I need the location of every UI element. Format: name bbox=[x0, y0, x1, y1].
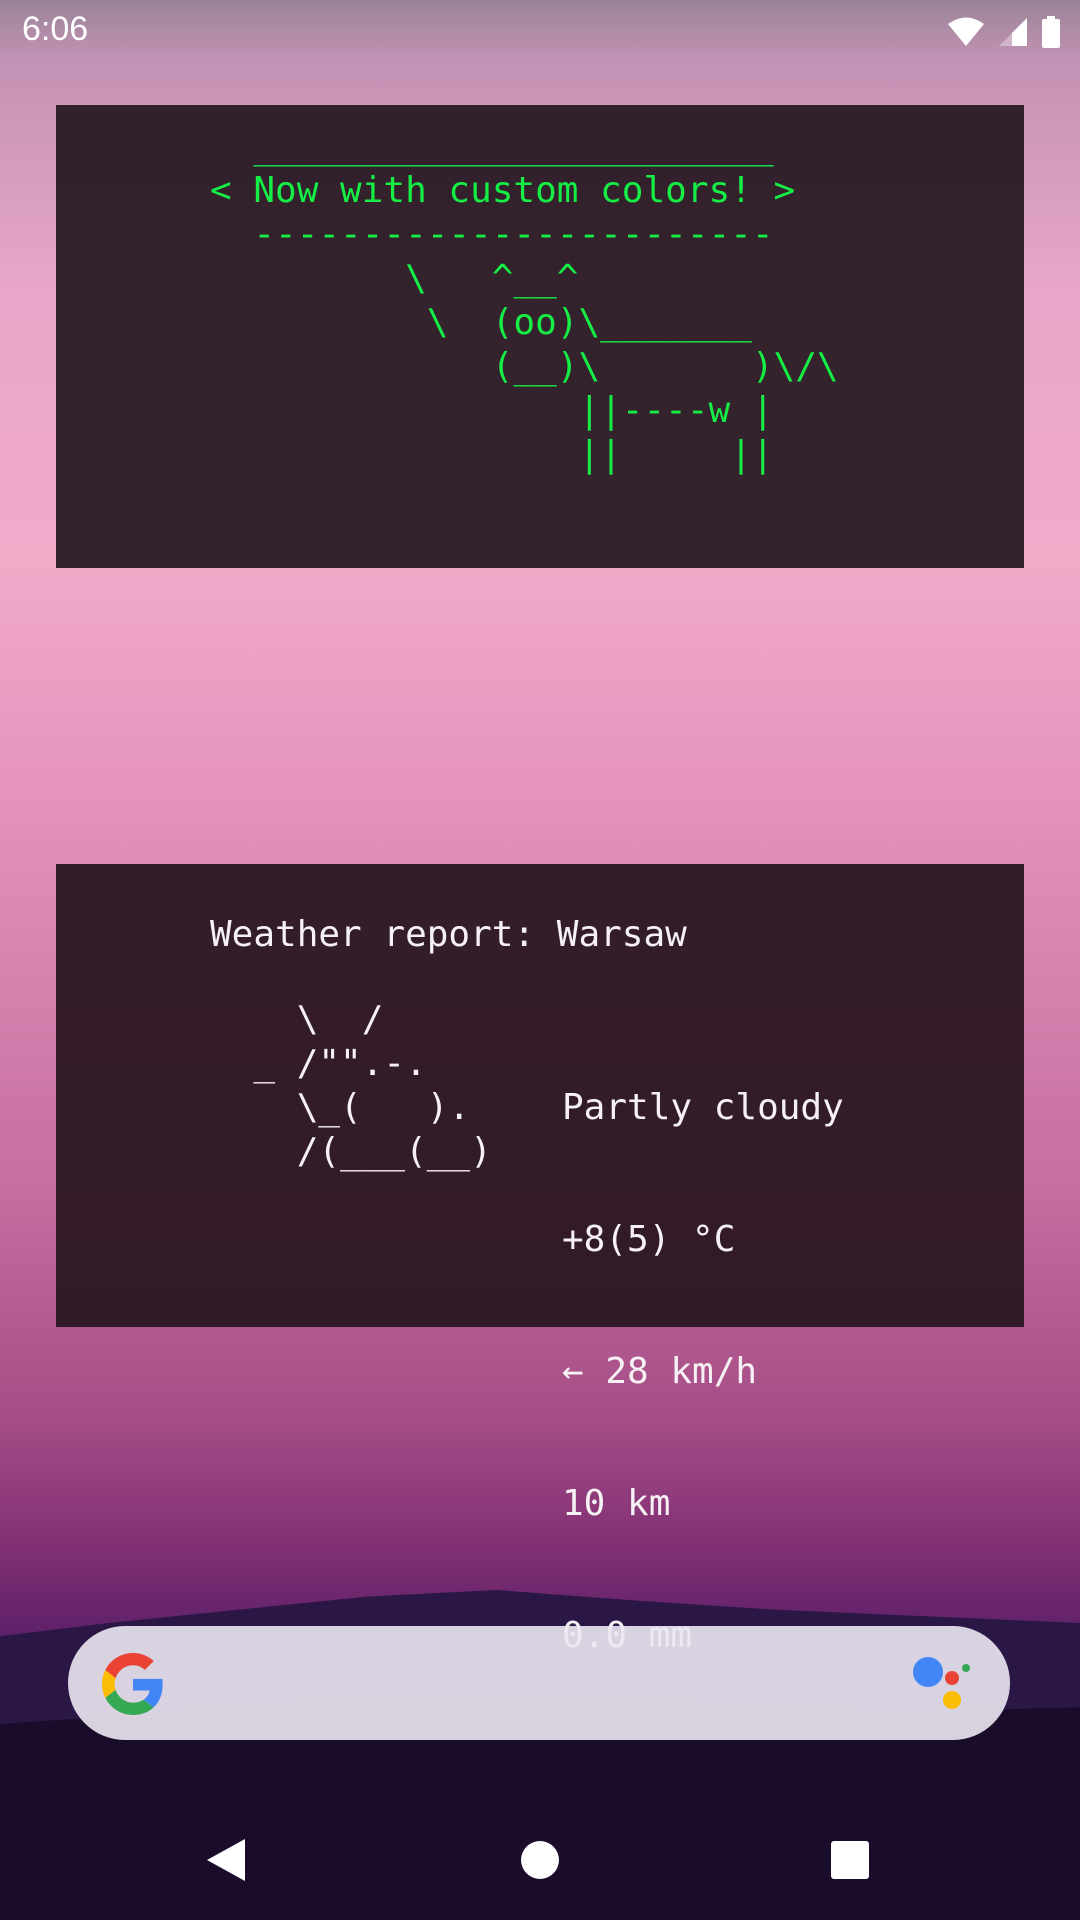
weather-art-line: _ /"".-. bbox=[210, 1043, 427, 1084]
cowsay-line: \ ^__^ bbox=[210, 258, 579, 299]
wifi-icon bbox=[948, 17, 984, 47]
cowsay-line: ________________________ bbox=[210, 126, 774, 167]
weather-visibility: 10 km bbox=[562, 1483, 671, 1524]
cowsay-line: ||----w | bbox=[210, 390, 774, 431]
cowsay-line: \ (oo)\_______ bbox=[210, 302, 752, 343]
battery-icon bbox=[1042, 16, 1060, 48]
cowsay-widget[interactable]: ________________________ < Now with custo… bbox=[56, 105, 1024, 568]
cowsay-message: < Now with custom colors! > bbox=[210, 170, 796, 211]
status-bar: 6:06 bbox=[0, 0, 1080, 63]
status-icons bbox=[948, 14, 1060, 50]
weather-art-line: /(___(__) bbox=[210, 1131, 492, 1172]
weather-art-line: \_( ). bbox=[210, 1087, 471, 1128]
cowsay-line: || || bbox=[210, 434, 774, 475]
cell-signal-icon bbox=[998, 17, 1028, 47]
google-assistant-icon[interactable] bbox=[912, 1656, 974, 1716]
weather-ascii-icon: \ / _ /"".-. \_( ). /(___(__) bbox=[210, 998, 492, 1174]
weather-title: Weather report: Warsaw bbox=[210, 914, 687, 955]
status-time: 6:06 bbox=[22, 10, 89, 48]
navigation-bar bbox=[0, 1800, 1080, 1920]
home-icon[interactable] bbox=[514, 1834, 566, 1886]
weather-condition: Partly cloudy bbox=[562, 1087, 844, 1128]
weather-wind: ← 28 km/h bbox=[562, 1351, 758, 1392]
cowsay-line: (__)\ )\/\ bbox=[210, 346, 839, 387]
cowsay-line: ------------------------ bbox=[210, 214, 774, 255]
weather-art-line: \ / bbox=[210, 999, 384, 1040]
google-search-bar[interactable] bbox=[68, 1626, 1010, 1740]
recents-icon[interactable] bbox=[824, 1834, 876, 1886]
weather-temperature: +8(5) °C bbox=[562, 1219, 736, 1260]
weather-widget[interactable]: Weather report: Warsaw \ / _ /"".-. \_( … bbox=[56, 864, 1024, 1656]
google-g-icon[interactable] bbox=[102, 1653, 164, 1719]
cowsay-ascii-art: ________________________ < Now with custo… bbox=[210, 125, 839, 477]
back-icon[interactable] bbox=[200, 1834, 252, 1886]
